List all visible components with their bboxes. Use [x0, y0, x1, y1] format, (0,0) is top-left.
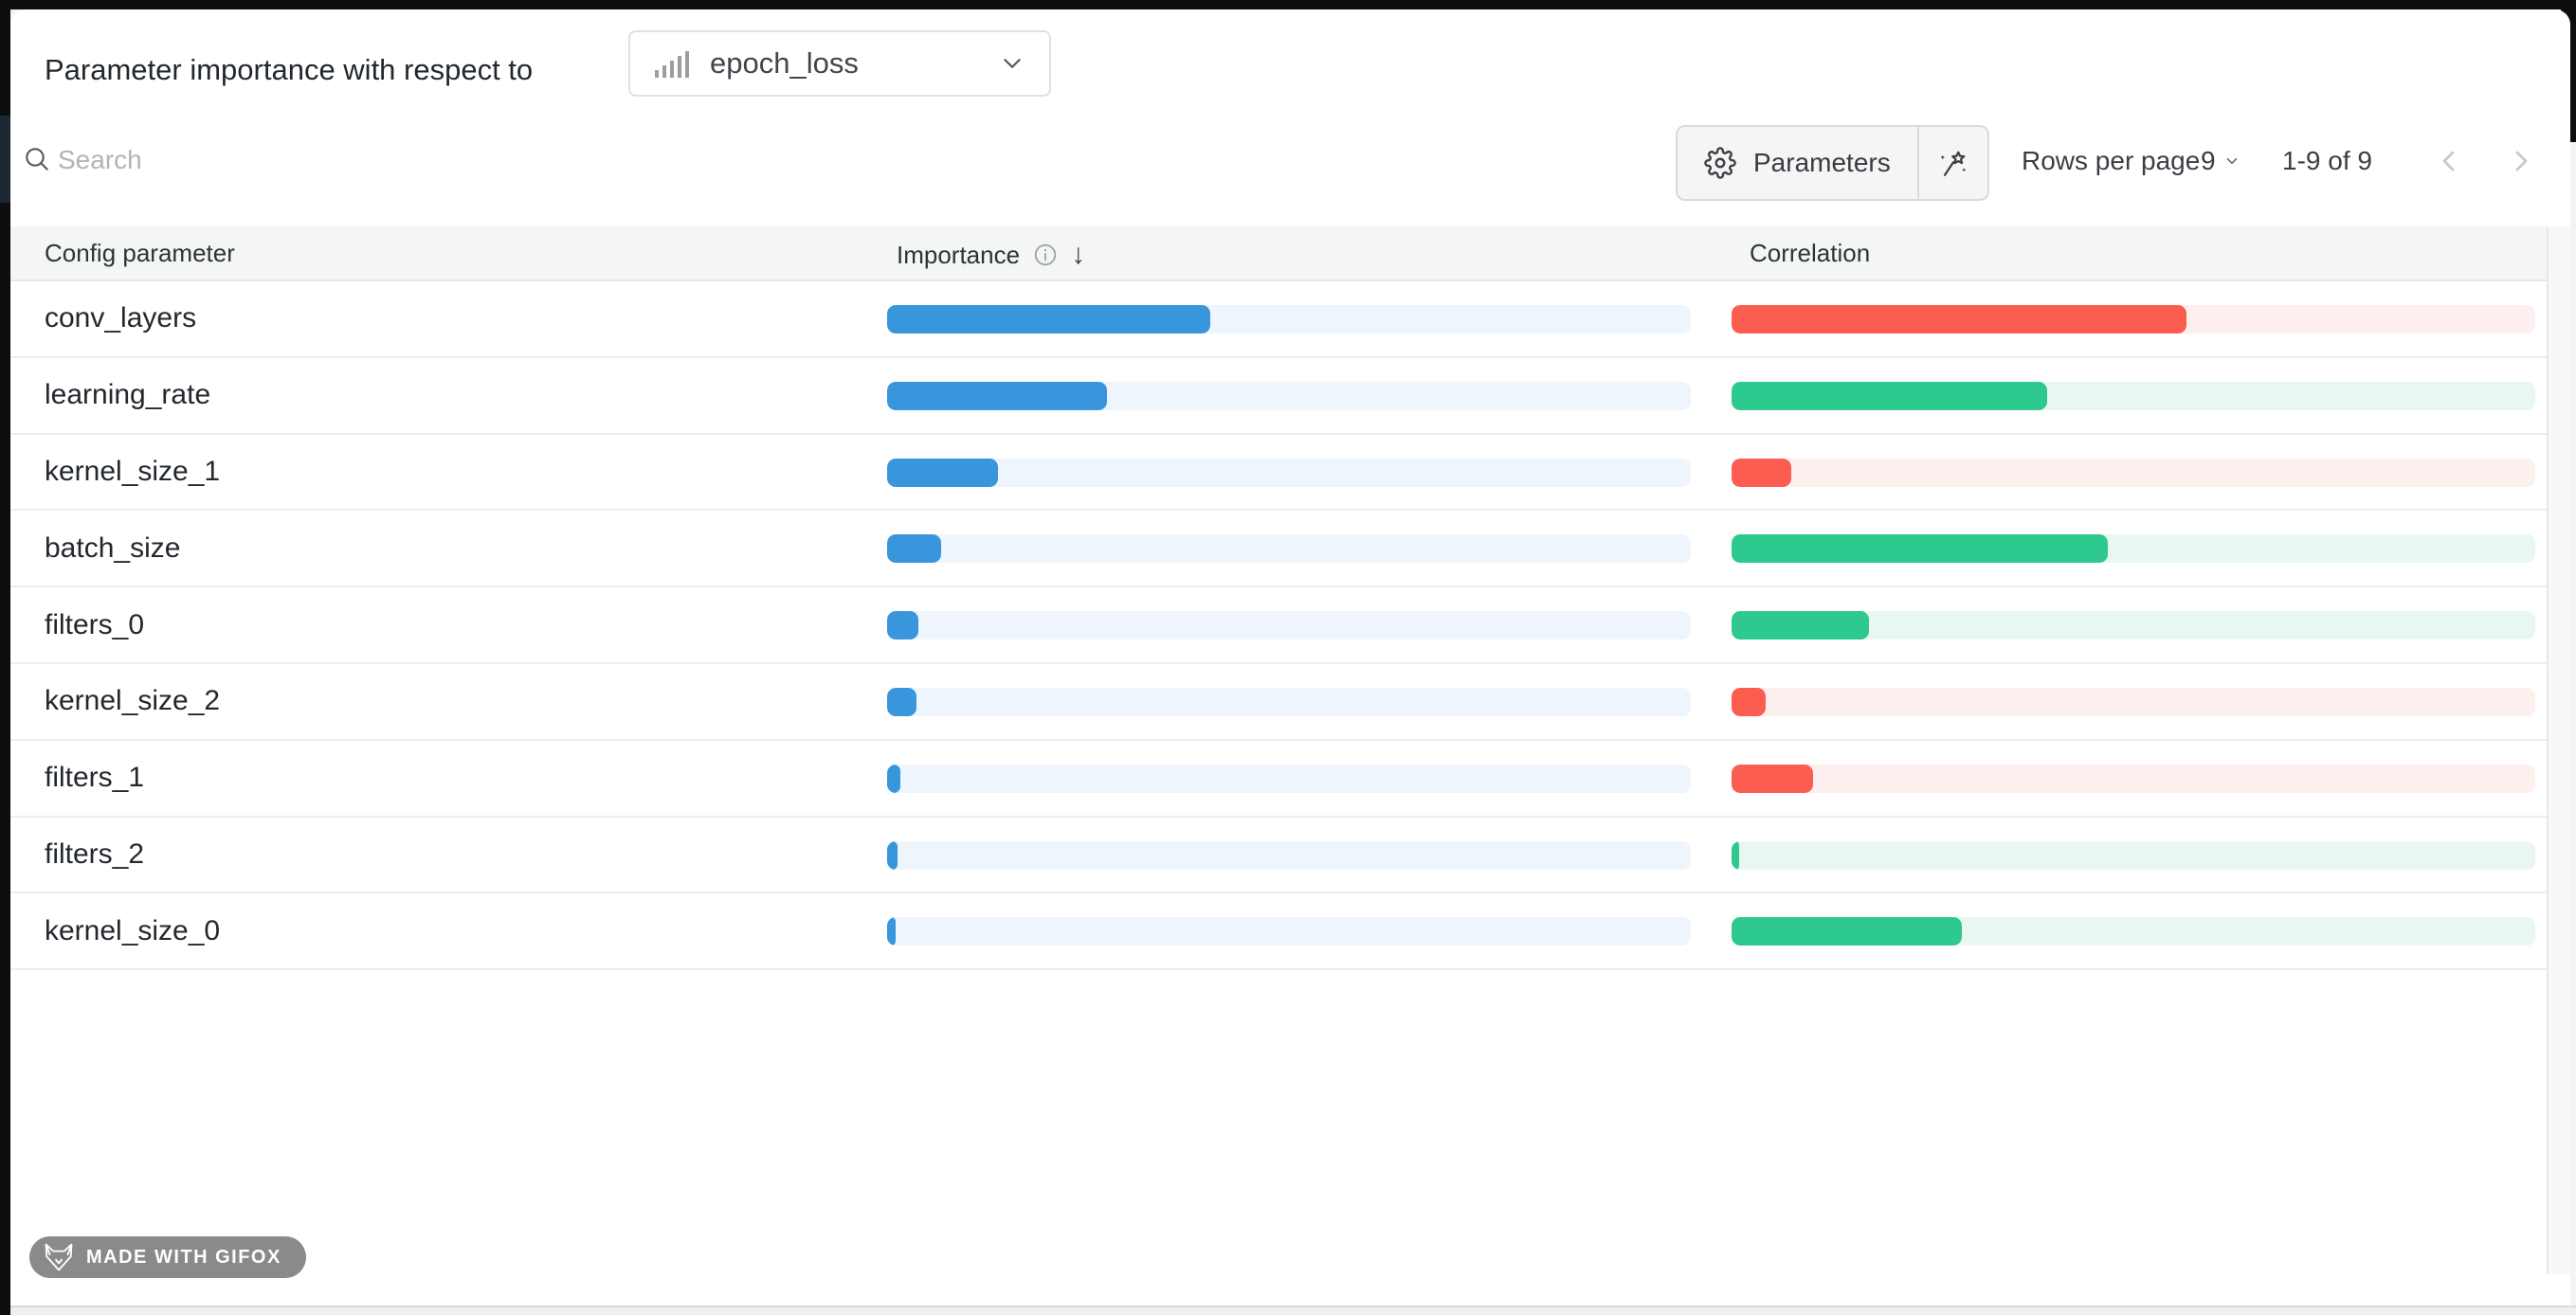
correlation-bar-track: [1732, 382, 2535, 410]
config-parameter-name: conv_layers: [45, 302, 196, 334]
table-row: filters_1: [10, 741, 2570, 818]
config-parameter-name: kernel_size_1: [45, 456, 220, 488]
background-bottom-strip: [10, 1306, 2576, 1315]
correlation-bar-fill: [1732, 459, 1791, 487]
table-row: conv_layers: [10, 281, 2570, 358]
magic-wand-icon: [1936, 146, 1970, 180]
correlation-bar-fill: [1732, 917, 1962, 946]
bar-chart-icon: [653, 47, 689, 80]
gifox-badge: MADE WITH GIFOX: [29, 1236, 306, 1278]
table-body: conv_layers learning_rate kernel_size_1 …: [10, 281, 2570, 970]
table-row: kernel_size_2: [10, 664, 2570, 741]
info-icon[interactable]: [1033, 243, 1058, 267]
correlation-bar-fill: [1732, 611, 1869, 639]
panel-title: Parameter importance with respect to: [45, 53, 533, 87]
table-header-row: Config parameter Importance ↓ Correlatio…: [10, 226, 2570, 281]
table-row: learning_rate: [10, 358, 2570, 435]
correlation-bar-track: [1732, 841, 2535, 870]
gear-icon: [1704, 147, 1736, 179]
arrow-down-icon[interactable]: ↓: [1071, 239, 1085, 271]
rows-per-page-value: 9: [2201, 146, 2216, 176]
column-header-importance[interactable]: Importance ↓: [897, 239, 1085, 271]
parameters-button-label: Parameters: [1753, 148, 1891, 178]
parameters-button[interactable]: Parameters: [1678, 127, 1917, 199]
config-parameter-name: batch_size: [45, 532, 180, 565]
scrollbar-gutter[interactable]: [2547, 226, 2570, 1274]
table-row: batch_size: [10, 511, 2570, 587]
importance-bar-fill: [887, 534, 941, 563]
importance-bar-track: [887, 305, 1691, 333]
config-parameter-name: learning_rate: [45, 379, 210, 411]
importance-bar-track: [887, 688, 1691, 716]
table-settings-button-group: Parameters: [1676, 125, 1989, 201]
importance-bar-fill: [887, 459, 998, 487]
config-parameter-name: kernel_size_0: [45, 915, 220, 947]
correlation-bar-fill: [1732, 305, 2186, 333]
importance-bar-fill: [887, 841, 898, 870]
config-parameter-name: filters_2: [45, 838, 144, 871]
search-icon: [22, 144, 52, 174]
importance-bar-fill: [887, 382, 1107, 410]
gifox-badge-label: MADE WITH GIFOX: [86, 1247, 281, 1269]
correlation-bar-fill: [1732, 534, 2108, 563]
importance-bar-track: [887, 917, 1691, 946]
previous-page-button[interactable]: [2433, 144, 2467, 178]
importance-bar-track: [887, 382, 1691, 410]
metric-dropdown[interactable]: epoch_loss: [628, 30, 1051, 97]
rows-per-page-label: Rows per page: [2022, 146, 2200, 176]
metric-dropdown-value: epoch_loss: [710, 46, 859, 81]
fox-icon: [43, 1241, 75, 1273]
parameter-importance-panel: Parameter importance with respect to epo…: [10, 9, 2570, 1306]
background-left-accent: [0, 116, 10, 203]
next-page-button[interactable]: [2503, 144, 2537, 178]
importance-bar-fill: [887, 688, 916, 716]
column-header-correlation[interactable]: Correlation: [1750, 239, 1870, 268]
importance-bar-fill: [887, 765, 900, 793]
table-row: kernel_size_0: [10, 893, 2570, 970]
background-top-strip: [0, 0, 2576, 9]
correlation-bar-track: [1732, 611, 2535, 639]
importance-header-label: Importance: [897, 241, 1020, 270]
importance-bar-fill: [887, 611, 918, 639]
config-parameter-name: filters_1: [45, 762, 144, 794]
correlation-bar-track: [1732, 534, 2535, 563]
app-window: Parameter importance with respect to epo…: [0, 0, 2576, 1315]
pagination-range: 1-9 of 9: [2282, 146, 2372, 176]
rows-per-page-select[interactable]: 9: [2201, 146, 2240, 176]
table-row: filters_0: [10, 587, 2570, 664]
importance-bar-track: [887, 611, 1691, 639]
correlation-bar-track: [1732, 305, 2535, 333]
table-row: kernel_size_1: [10, 435, 2570, 512]
importance-bar-track: [887, 534, 1691, 563]
correlation-bar-fill: [1732, 688, 1766, 716]
column-header-config-parameter[interactable]: Config parameter: [45, 239, 235, 268]
correlation-bar-track: [1732, 459, 2535, 487]
config-parameter-name: kernel_size_2: [45, 685, 220, 717]
importance-bar-fill: [887, 305, 1210, 333]
correlation-bar-fill: [1732, 382, 2047, 410]
importance-bar-track: [887, 765, 1691, 793]
search-input[interactable]: Search: [58, 145, 142, 175]
importance-bar-fill: [887, 917, 896, 946]
importance-bar-track: [887, 459, 1691, 487]
correlation-bar-track: [1732, 765, 2535, 793]
correlation-bar-fill: [1732, 765, 1813, 793]
table-row: filters_2: [10, 818, 2570, 894]
correlation-bar-fill: [1732, 841, 1739, 870]
config-parameter-name: filters_0: [45, 609, 144, 641]
chevron-down-icon: [998, 49, 1026, 78]
correlation-bar-track: [1732, 688, 2535, 716]
magic-wand-button[interactable]: [1919, 127, 1987, 199]
chevron-down-icon: [2223, 153, 2240, 170]
correlation-bar-track: [1732, 917, 2535, 946]
importance-bar-track: [887, 841, 1691, 870]
